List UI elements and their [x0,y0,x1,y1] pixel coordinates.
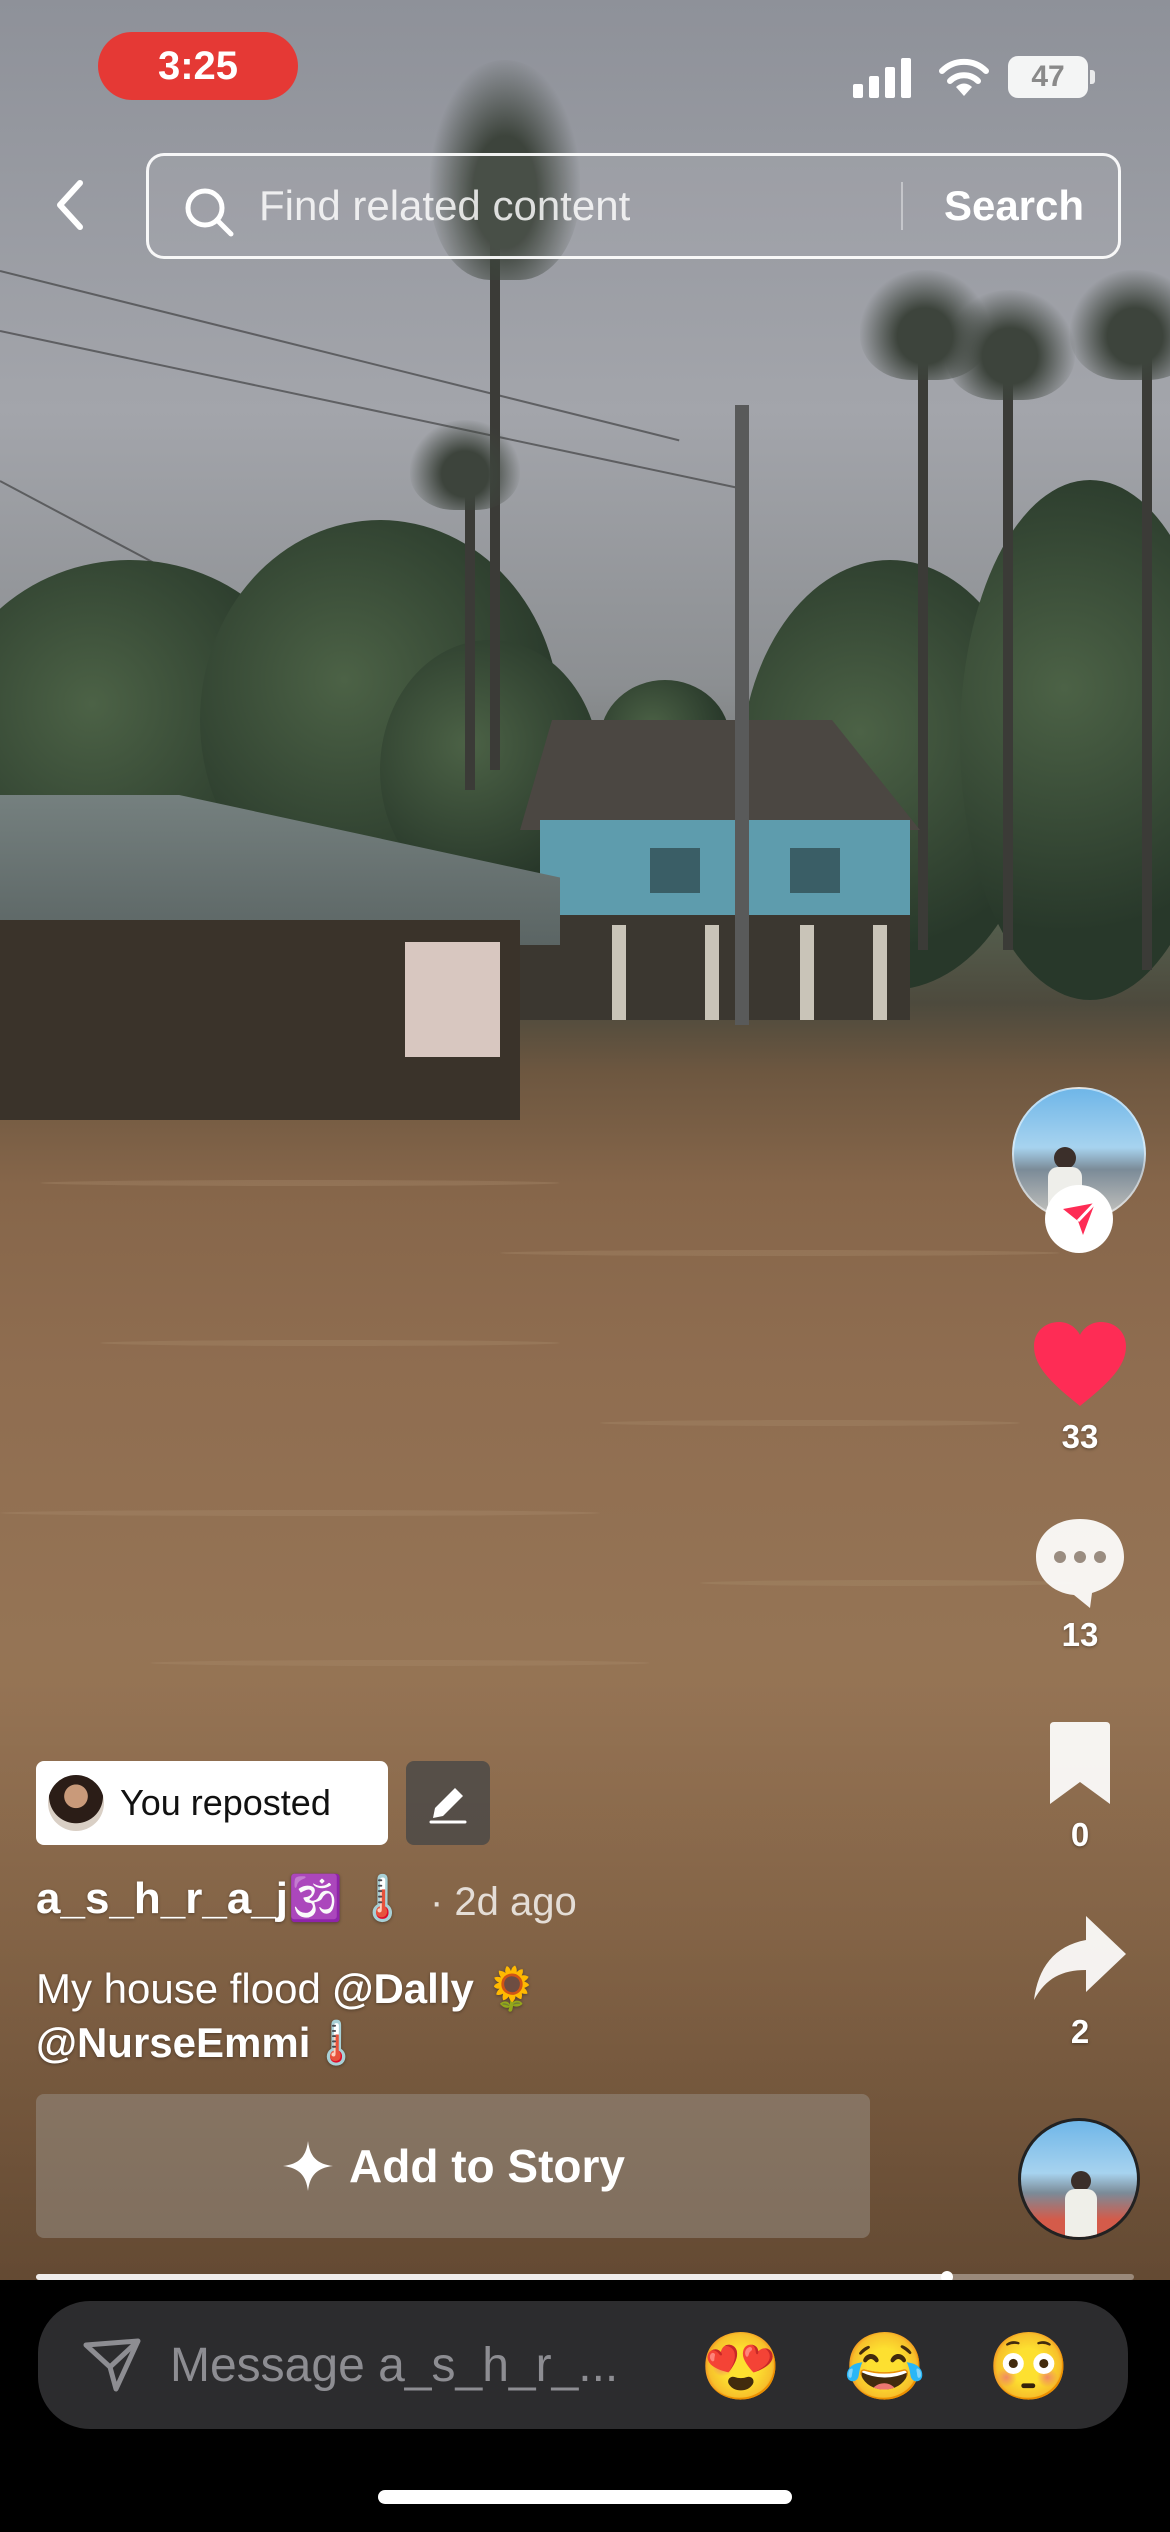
sound-disc[interactable] [1018,2118,1140,2240]
save-button[interactable] [1040,1720,1120,1810]
mention-nurseemmi[interactable]: @NurseEmmi [36,2019,310,2066]
search-button[interactable]: Search [909,156,1119,256]
send-icon [83,2338,141,2392]
add-to-story-label: Add to Story [349,2140,625,2192]
message-bar[interactable]: 😍 😂 😳 [38,2301,1128,2429]
house-post [800,925,814,1020]
blue-house [540,820,910,920]
quick-emoji-heart-eyes[interactable]: 😍 [698,2325,784,2407]
like-count: 33 [1061,1418,1099,1455]
repost-badge[interactable] [1045,1185,1113,1253]
caption: My house flood @Dally 🌻 @NurseEmmi🌡️ [36,1962,736,2070]
mention-emoji: 🌡️ [310,2019,363,2066]
palm-crown [945,290,1075,400]
pencil-icon [429,1788,467,1824]
palm-tree [465,470,475,790]
home-indicator[interactable] [378,2490,792,2504]
power-line [0,330,744,490]
palm-crown [1070,270,1170,380]
shed [0,920,520,1120]
add-to-story-button[interactable]: Add to Story [36,2094,870,2238]
search-bar[interactable]: Search [146,153,1121,259]
palm-tree [918,330,928,950]
like-button[interactable] [1030,1320,1130,1410]
caption-text: My house flood [36,1965,333,2012]
bookmark-icon [1050,1722,1110,1804]
search-input[interactable] [259,156,879,256]
mention-dally[interactable]: @Dally [333,1965,474,2012]
reposted-label: You reposted [120,1782,331,1823]
share-button[interactable] [1030,1910,1130,2005]
username-emoji: 🕉️ 🌡️ [288,1874,410,1923]
utility-pole [735,405,749,1025]
house-post [873,925,887,1020]
palm-crown [410,420,520,510]
comment-icon [1036,1519,1124,1608]
battery-indicator: 47 [1008,56,1088,98]
power-line [0,270,680,442]
house-post [612,925,626,1020]
status-time[interactable]: 3:25 [98,32,298,100]
back-arrow-icon [57,180,83,230]
reposted-chip[interactable]: You reposted [36,1761,388,1845]
repost-icon [1063,1201,1097,1235]
house-post [705,925,719,1020]
share-icon [1034,1916,1126,2000]
username-line[interactable]: a_s_h_r_a_j🕉️ 🌡️ [36,1872,410,1924]
quick-emoji-flushed[interactable]: 😳 [986,2325,1072,2407]
back-button[interactable] [40,170,100,240]
wifi-icon [939,58,989,96]
mention-emoji: 🌻 [473,1965,538,2012]
edit-repost-button[interactable] [406,1761,490,1845]
message-input[interactable] [170,2301,690,2429]
search-divider [901,182,903,230]
repost-avatar [48,1775,104,1831]
status-bar: 3:25 47 [0,0,1170,130]
username[interactable]: a_s_h_r_a_j [36,1874,288,1923]
sparkle-icon [283,2141,333,2191]
quick-emoji-laughing[interactable]: 😂 [842,2325,928,2407]
palm-tree [1142,330,1152,970]
save-count: 0 [1070,1816,1090,1853]
search-icon [185,188,234,237]
share-count: 2 [1070,2013,1090,2050]
posted-time: · 2d ago [430,1880,577,1924]
video-player[interactable] [0,0,1170,2280]
heart-icon [1034,1322,1126,1406]
comment-count: 13 [1061,1616,1099,1653]
palm-tree [1003,360,1013,950]
battery-nub [1090,70,1095,84]
comment-button[interactable] [1030,1515,1130,1610]
signal-icon [853,58,911,98]
